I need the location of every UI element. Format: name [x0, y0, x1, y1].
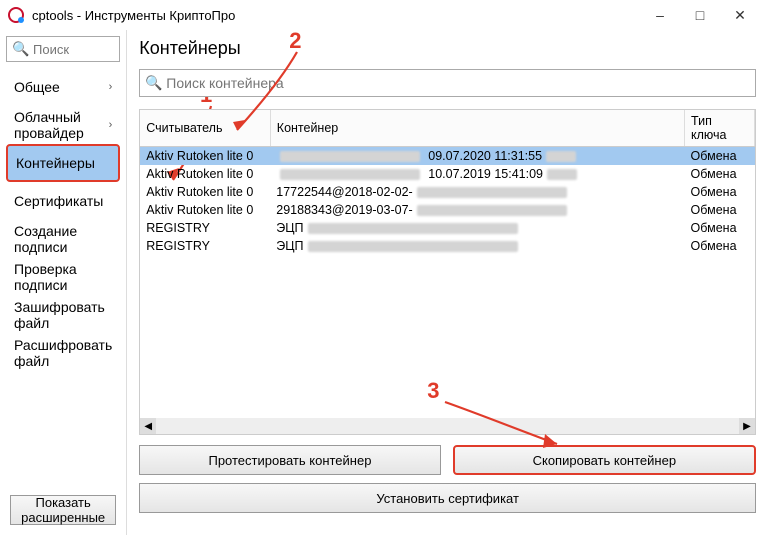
nav-item-verify-signature[interactable]: Проверка подписи [6, 258, 120, 296]
cell-container: ЭЦП [270, 219, 684, 237]
nav-label: Расшифровать файл [14, 337, 112, 369]
action-row: Протестировать контейнер Скопировать кон… [139, 445, 756, 475]
install-certificate-button[interactable]: Установить сертификат [139, 483, 756, 513]
redacted-text [547, 169, 577, 180]
cell-reader: Aktiv Rutoken lite 0 [140, 147, 270, 166]
sidebar-search-input[interactable] [6, 36, 120, 62]
nav-list: Общее › Облачный провайдер › Контейнеры … [6, 68, 120, 372]
app-icon [8, 7, 24, 23]
cell-keytype: Обмена [685, 219, 755, 237]
nav-label: Облачный провайдер [14, 109, 109, 141]
show-advanced-button[interactable]: Показать расширенные [10, 495, 116, 525]
cell-keytype: Обмена [685, 237, 755, 255]
cell-container: 29188343@2019-03-07- [270, 201, 684, 219]
cell-container-date: 09.07.2020 11:31:55 [428, 149, 542, 163]
redacted-text [280, 151, 420, 162]
cell-container: 09.07.2020 11:31:55 [270, 147, 684, 166]
sidebar-search: 🔍 [6, 36, 120, 62]
main-panel: Контейнеры 🔍 Считыватель Контейнер Тип к… [127, 30, 768, 535]
cell-container: 10.07.2019 15:41:09 [270, 165, 684, 183]
window-maximize-button[interactable]: □ [680, 1, 720, 29]
table-row[interactable]: Aktiv Rutoken lite 0 10.07.2019 15:41:09 О… [140, 165, 754, 183]
column-header-reader[interactable]: Считыватель [140, 110, 270, 147]
window-minimize-button[interactable]: – [640, 1, 680, 29]
scroll-track[interactable] [156, 418, 739, 434]
nav-label: Контейнеры [16, 155, 95, 171]
container-search-input[interactable] [139, 69, 756, 97]
nav-item-decrypt-file[interactable]: Расшифровать файл [6, 334, 120, 372]
cell-keytype: Обмена [685, 147, 755, 166]
redacted-text [417, 187, 567, 198]
titlebar: cptools - Инструменты КриптоПро – □ ✕ [0, 0, 768, 30]
nav-item-containers[interactable]: Контейнеры [6, 144, 120, 182]
table-row[interactable]: REGISTRYЭЦПОбмена [140, 219, 754, 237]
cell-reader: REGISTRY [140, 219, 270, 237]
nav-label: Сертификаты [14, 193, 103, 209]
cell-container: 17722544@2018-02-02- [270, 183, 684, 201]
table-empty-area [140, 255, 755, 418]
containers-table: Считыватель Контейнер Тип ключа Aktiv Ru… [140, 110, 755, 255]
redacted-text [308, 223, 518, 234]
page-title: Контейнеры [139, 38, 756, 59]
nav-item-certificates[interactable]: Сертификаты [6, 182, 120, 220]
nav-item-encrypt-file[interactable]: Зашифровать файл [6, 296, 120, 334]
window-title: cptools - Инструменты КриптоПро [32, 8, 235, 23]
copy-container-button[interactable]: Скопировать контейнер [453, 445, 756, 475]
redacted-text [308, 241, 518, 252]
nav-label: Создание подписи [14, 223, 112, 255]
column-header-keytype[interactable]: Тип ключа [685, 110, 755, 147]
nav-item-general[interactable]: Общее › [6, 68, 120, 106]
table-row[interactable]: REGISTRYЭЦПОбмена [140, 237, 754, 255]
test-container-button[interactable]: Протестировать контейнер [139, 445, 440, 475]
scroll-left-icon[interactable]: ◀ [140, 418, 156, 434]
chevron-right-icon: › [109, 119, 113, 131]
table-row[interactable]: Aktiv Rutoken lite 029188343@2019-03-07-… [140, 201, 754, 219]
sidebar: 🔍 Общее › Облачный провайдер › Контейнер… [0, 30, 127, 535]
window-close-button[interactable]: ✕ [720, 1, 760, 29]
redacted-text [417, 205, 567, 216]
cell-container: ЭЦП [270, 237, 684, 255]
redacted-text [280, 169, 420, 180]
cell-reader: Aktiv Rutoken lite 0 [140, 201, 270, 219]
nav-label: Зашифровать файл [14, 299, 112, 331]
horizontal-scrollbar[interactable]: ◀ ▶ [140, 418, 755, 434]
cell-container-date: 10.07.2019 15:41:09 [428, 167, 543, 181]
nav-item-cloud-provider[interactable]: Облачный провайдер › [6, 106, 120, 144]
column-header-container[interactable]: Контейнер [270, 110, 684, 147]
cell-keytype: Обмена [685, 201, 755, 219]
nav-item-create-signature[interactable]: Создание подписи [6, 220, 120, 258]
nav-label: Общее [14, 79, 60, 95]
table-row[interactable]: Aktiv Rutoken lite 0 09.07.2020 11:31:55 О… [140, 147, 754, 166]
cell-reader: REGISTRY [140, 237, 270, 255]
redacted-text [546, 151, 576, 162]
cell-keytype: Обмена [685, 165, 755, 183]
cell-reader: Aktiv Rutoken lite 0 [140, 183, 270, 201]
cell-keytype: Обмена [685, 183, 755, 201]
chevron-right-icon: › [109, 81, 113, 93]
container-search: 🔍 [139, 69, 756, 97]
nav-label: Проверка подписи [14, 261, 112, 293]
table-row[interactable]: Aktiv Rutoken lite 017722544@2018-02-02-… [140, 183, 754, 201]
containers-table-wrap: Считыватель Контейнер Тип ключа Aktiv Ru… [139, 109, 756, 435]
scroll-right-icon[interactable]: ▶ [739, 418, 755, 434]
cell-reader: Aktiv Rutoken lite 0 [140, 165, 270, 183]
